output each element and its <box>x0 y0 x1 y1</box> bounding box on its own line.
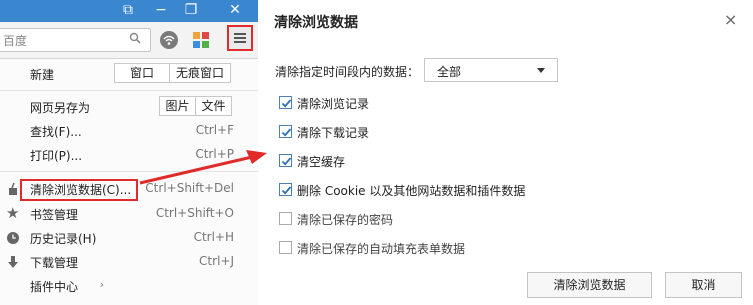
option-label: 清除已保存的自动填充表单数据 <box>297 242 466 256</box>
star-icon: ★ <box>6 204 20 222</box>
menu-item-plugins[interactable]: 插件中心 › <box>0 275 258 297</box>
dialog-title: 清除浏览数据 <box>274 15 358 31</box>
main-menu-button[interactable] <box>227 25 253 51</box>
broom-icon <box>9 182 17 195</box>
restore-icon[interactable]: ⧉ <box>114 0 142 22</box>
minimize-icon[interactable]: − <box>150 0 172 22</box>
download-icon <box>8 256 18 268</box>
option-label: 清除已保存的密码 <box>297 213 394 227</box>
menu-save-as-label: 网页另存为 <box>30 101 91 115</box>
menu-item-history[interactable]: 历史记录(H) Ctrl+H <box>0 227 258 249</box>
time-range-label: 清除指定时间段内的数据： <box>275 65 420 79</box>
option-label: 清空缓存 <box>297 155 346 169</box>
checkbox[interactable] <box>279 125 292 138</box>
maximize-icon[interactable]: ❐ <box>180 0 202 22</box>
check-icon <box>281 99 292 108</box>
option-label: 删除 Cookie 以及其他网站数据和插件数据 <box>297 184 526 198</box>
new-incognito-button[interactable]: 无痕窗口 <box>169 63 231 83</box>
check-icon <box>281 186 292 195</box>
cancel-button[interactable]: 取消 <box>665 272 742 298</box>
clear-data-dialog: 清除浏览数据 × 清除指定时间段内的数据： 全部 清除浏览记录 清除下载记录 清… <box>258 0 753 305</box>
menu-bookmarks-label: 书签管理 <box>30 208 79 222</box>
menu-divider <box>0 90 258 91</box>
menu-divider <box>0 171 258 172</box>
menu-item-bookmarks[interactable]: ★ 书签管理 Ctrl+Shift+O <box>0 203 258 225</box>
highlight-box <box>20 179 138 201</box>
menu-item-new: 新建 窗口 无痕窗口 <box>0 63 258 85</box>
main-menu: 新建 窗口 无痕窗口 网页另存为 图片 文件 查找(F)... Ctrl+F 打… <box>0 59 258 305</box>
menu-find-shortcut: Ctrl+F <box>195 123 234 137</box>
option-label: 清除下载记录 <box>297 126 370 140</box>
menu-find-label: 查找(F)... <box>30 125 82 139</box>
check-icon <box>281 157 292 166</box>
menu-print-label: 打印(P)... <box>30 149 83 163</box>
menu-item-print[interactable]: 打印(P)... Ctrl+P <box>0 144 258 166</box>
time-range-select[interactable]: 全部 <box>424 58 558 82</box>
title-bar: ⧉ − ❐ ✕ <box>0 0 258 22</box>
checkbox[interactable] <box>279 212 292 225</box>
menu-new-label: 新建 <box>30 68 55 82</box>
search-icon[interactable] <box>129 32 141 44</box>
apps-icon[interactable] <box>192 31 210 49</box>
time-range-value: 全部 <box>437 65 462 79</box>
toolbar: 百度 <box>0 22 258 59</box>
menu-item-save-as: 网页另存为 图片 文件 <box>0 96 258 118</box>
menu-history-label: 历史记录(H) <box>30 232 97 246</box>
close-icon[interactable]: × <box>724 10 737 29</box>
address-bar[interactable]: 百度 <box>0 28 151 52</box>
checkbox[interactable] <box>279 241 292 254</box>
menu-print-shortcut: Ctrl+P <box>195 147 234 161</box>
address-placeholder: 百度 <box>3 34 28 48</box>
network-icon[interactable] <box>160 31 178 49</box>
menu-clear-data-shortcut: Ctrl+Shift+Del <box>145 181 234 195</box>
menu-downloads-shortcut: Ctrl+J <box>199 254 234 268</box>
option-label: 清除浏览记录 <box>297 97 370 111</box>
checkbox[interactable] <box>279 183 292 196</box>
chevron-right-icon: › <box>99 278 104 291</box>
save-file-button[interactable]: 文件 <box>195 96 232 116</box>
chevron-down-icon <box>537 68 545 73</box>
menu-downloads-label: 下载管理 <box>30 256 79 270</box>
clock-icon <box>7 232 19 244</box>
clear-data-button[interactable]: 清除浏览数据 <box>527 272 652 298</box>
checkbox[interactable] <box>279 154 292 167</box>
menu-item-downloads[interactable]: 下载管理 Ctrl+J <box>0 251 258 273</box>
new-window-button[interactable]: 窗口 <box>114 63 170 83</box>
menu-plugins-label: 插件中心 <box>30 280 79 294</box>
close-window-icon[interactable]: ✕ <box>222 0 248 22</box>
menu-item-find[interactable]: 查找(F)... Ctrl+F <box>0 120 258 142</box>
save-image-button[interactable]: 图片 <box>159 96 196 116</box>
menu-bookmarks-shortcut: Ctrl+Shift+O <box>155 206 234 220</box>
browser-window: ⧉ − ❐ ✕ 百度 新建 窗口 无痕窗口 网页另存为 图片 文件 查找(F).… <box>0 0 258 305</box>
menu-history-shortcut: Ctrl+H <box>193 230 234 244</box>
check-icon <box>281 128 292 137</box>
checkbox[interactable] <box>279 96 292 109</box>
